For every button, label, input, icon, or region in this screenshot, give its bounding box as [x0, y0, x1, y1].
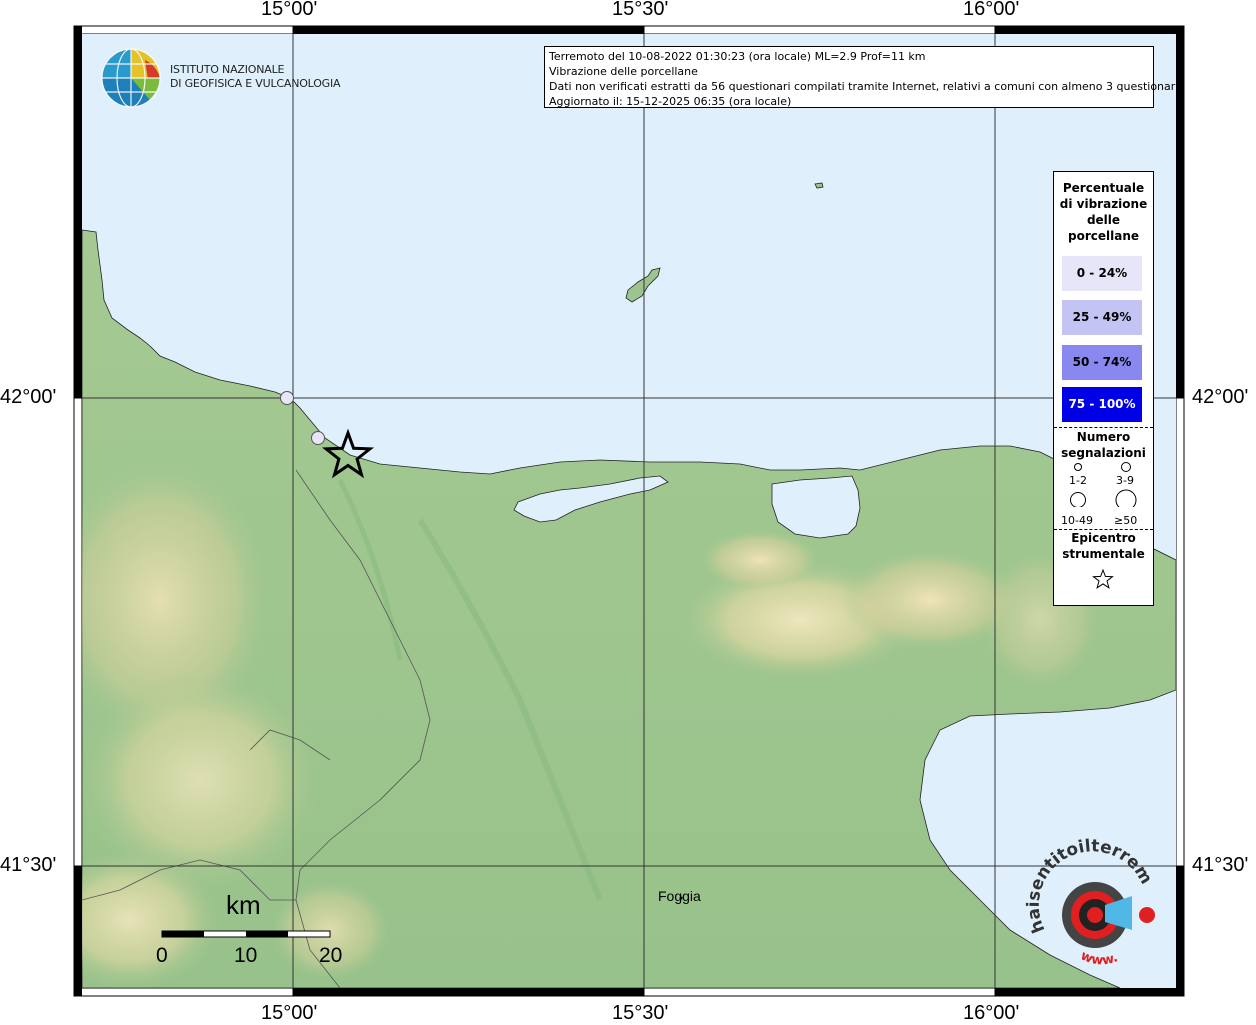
- lon-tick-top-1: 15°00': [261, 0, 318, 20]
- scale-label-20: 20: [319, 944, 343, 967]
- lon-tick-top-3: 16°00': [963, 0, 1020, 20]
- legend-divider: [1054, 427, 1153, 428]
- ingv-line2: DI GEOFISICA E VULCANOLOGIA: [170, 77, 341, 90]
- island-pianosa: [814, 182, 824, 189]
- observation-point: [311, 431, 325, 445]
- lon-tick-bottom-1: 15°00': [261, 1002, 318, 1024]
- legend-epicenter-title-2: strumentale: [1062, 547, 1145, 561]
- count-label-10-49: 10-49: [1061, 514, 1093, 527]
- legend-title-3: delle: [1086, 213, 1121, 227]
- data-source-line: Dati non verificati estratti da 56 quest…: [549, 80, 1182, 93]
- ingv-line1: ISTITUTO NAZIONALE: [170, 63, 285, 76]
- lat-tick-right-1: 42°00': [1192, 386, 1249, 408]
- updated-line: Aggiornato il: 15-12-2025 06:35 (ora loc…: [549, 95, 792, 108]
- legend-title-2: di vibrazione: [1059, 197, 1148, 211]
- circle-size-3-9-icon: [1121, 462, 1131, 472]
- ingv-logo-text: ISTITUTO NAZIONALE DI GEOFISICA E VULCAN…: [170, 63, 341, 91]
- lon-tick-top-2: 15°30': [612, 0, 669, 20]
- scale-unit: km: [226, 890, 261, 920]
- lon-tick-bottom-3: 16°00': [963, 1002, 1020, 1024]
- scale-label-10: 10: [234, 944, 258, 967]
- legend-class-25-49: 25 - 49%: [1062, 300, 1142, 335]
- legend: Percentuale di vibrazione delle porcella…: [1053, 171, 1154, 606]
- lat-tick-left-1: 42°00': [0, 386, 57, 408]
- map-subject-line: Vibrazione delle porcellane: [549, 65, 698, 78]
- lat-tick-left-2: 41°30': [0, 854, 57, 876]
- legend-class-0-24: 0 - 24%: [1062, 256, 1142, 291]
- legend-title-4: porcellane: [1067, 229, 1139, 243]
- city-label-foggia: Foggia: [658, 888, 701, 904]
- legend-count-title-1: Numero: [1076, 430, 1131, 444]
- lon-tick-bottom-2: 15°30': [612, 1002, 669, 1024]
- legend-class-75-100: 75 - 100%: [1062, 387, 1142, 422]
- circle-size-10-49-icon: [1070, 492, 1086, 507]
- scale-bar: [161, 930, 331, 938]
- event-info-box: Terremoto del 10-08-2022 01:30:23 (ora l…: [544, 46, 1182, 108]
- count-label-3-9: 3-9: [1116, 474, 1134, 487]
- legend-epicenter-title-1: Epicentro: [1071, 531, 1136, 545]
- legend-class-50-74: 50 - 74%: [1062, 345, 1142, 380]
- ingv-globe-icon: [101, 48, 161, 108]
- event-line: Terremoto del 10-08-2022 01:30:23 (ora l…: [549, 50, 926, 63]
- star-icon: [1092, 568, 1114, 589]
- observation-point: [280, 391, 294, 405]
- count-label-50: ≥50: [1114, 514, 1138, 527]
- legend-title-1: Percentuale: [1062, 181, 1145, 195]
- count-label-1-2: 1-2: [1069, 474, 1087, 487]
- scale-label-0: 0: [156, 944, 168, 967]
- circle-size-1-2-icon: [1074, 463, 1082, 471]
- lat-tick-right-2: 41°30': [1192, 854, 1249, 876]
- circle-size-50-icon: [1115, 489, 1137, 507]
